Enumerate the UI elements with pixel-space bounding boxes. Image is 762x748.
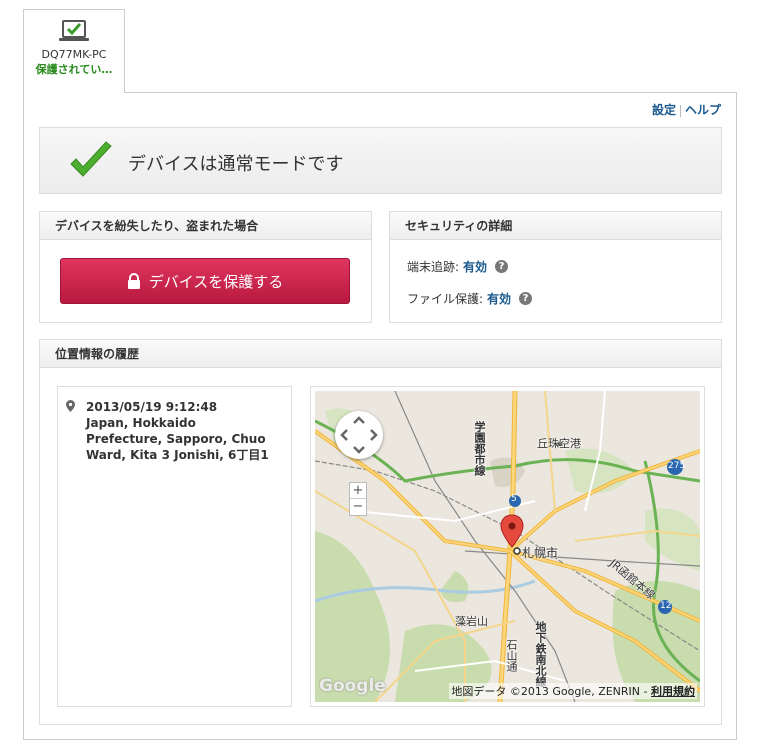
tracking-help-icon[interactable]: ? [495, 260, 509, 273]
lost-device-panel: デバイスを紛失したり、盗まれた場合 デバイスを保護する [39, 211, 372, 323]
laptop-icon [58, 18, 90, 46]
file-protection-row: ファイル保護: 有効 ? [407, 290, 533, 307]
link-separator [679, 104, 681, 117]
file-protection-value: 有効 [487, 292, 512, 306]
lost-panel-title: デバイスを紛失したり、盗まれた場合 [40, 212, 371, 240]
location-map[interactable]: 札幌市 丘珠空港 藻岩山 学園都市線 地下鉄南北線 JR函館本線 石山通 5 2… [315, 391, 700, 702]
map-label-ishiyama: 石山通 [505, 639, 518, 672]
location-panel-title: 位置情報の履歴 [40, 340, 721, 368]
top-links: 設定 ヘルプ [652, 101, 721, 118]
map-container: 札幌市 丘珠空港 藻岩山 学園都市線 地下鉄南北線 JR函館本線 石山通 5 2… [310, 386, 705, 707]
device-status: 保護されてい… [35, 63, 113, 76]
map-label-route5: 5 [511, 494, 517, 504]
zoom-in-button[interactable]: + [350, 483, 366, 499]
status-banner: デバイスは通常モードです [39, 127, 722, 194]
map-label-mountain: 藻岩山 [455, 615, 488, 628]
map-label-airport: 丘珠空港 [537, 437, 581, 450]
settings-link[interactable]: 設定 [652, 103, 676, 117]
status-message: デバイスは通常モードです [128, 154, 344, 175]
file-protection-help-icon[interactable]: ? [519, 292, 533, 305]
location-timestamp: 2013/05/19 9:12:48 [86, 400, 218, 414]
map-label-route12: 12 [660, 601, 672, 611]
map-label-city: 札幌市 [522, 546, 559, 560]
location-address: Japan, Hokkaido Prefecture, Sapporo, Chu… [86, 416, 269, 462]
help-link[interactable]: ヘルプ [685, 103, 721, 117]
device-name: DQ77MK-PC [41, 48, 107, 61]
tracking-row: 端末追跡: 有効 ? [407, 258, 509, 275]
protect-button-label: デバイスを保護する [148, 272, 284, 291]
tracking-value: 有効 [463, 260, 488, 274]
check-icon [68, 140, 114, 182]
map-pan-control[interactable] [335, 411, 383, 459]
security-panel-title: セキュリティの詳細 [390, 212, 721, 240]
location-list: 2013/05/19 9:12:48 Japan, Hokkaido Prefe… [57, 386, 292, 707]
google-logo: Google [319, 676, 386, 696]
map-label-rail2: 地下鉄南北線 [534, 621, 547, 687]
device-detail-frame: 設定 ヘルプ デバイスは通常モードです デバイスを紛失したり、盗まれた場合 デバイ… [23, 92, 737, 740]
map-zoom-control: + − [349, 482, 367, 516]
tracking-label: 端末追跡: [407, 260, 460, 274]
map-label-route275: 275 [668, 461, 686, 471]
lock-icon [127, 273, 141, 289]
pan-arrows-icon [340, 416, 378, 454]
map-terms-link[interactable]: 利用規約 [651, 685, 695, 698]
map-label-rail1: 学園都市線 [473, 421, 486, 476]
list-item[interactable]: 2013/05/19 9:12:48 Japan, Hokkaido Prefe… [66, 399, 270, 463]
file-protection-label: ファイル保護: [407, 292, 484, 306]
pin-icon [66, 400, 75, 416]
map-attribution: 地図データ ©2013 Google, ZENRIN - 利用規約 [449, 683, 697, 699]
security-panel: セキュリティの詳細 端末追跡: 有効 ? ファイル保護: 有効 ? [389, 211, 722, 323]
device-tab[interactable]: DQ77MK-PC 保護されてい… [23, 9, 125, 93]
protect-device-button[interactable]: デバイスを保護する [60, 258, 350, 304]
location-history-panel: 位置情報の履歴 2013/05/19 9:12:48 Japan, Hokkai… [39, 339, 722, 725]
map-attribution-text: 地図データ ©2013 Google, ZENRIN - [451, 685, 651, 698]
zoom-out-button[interactable]: − [350, 499, 366, 515]
